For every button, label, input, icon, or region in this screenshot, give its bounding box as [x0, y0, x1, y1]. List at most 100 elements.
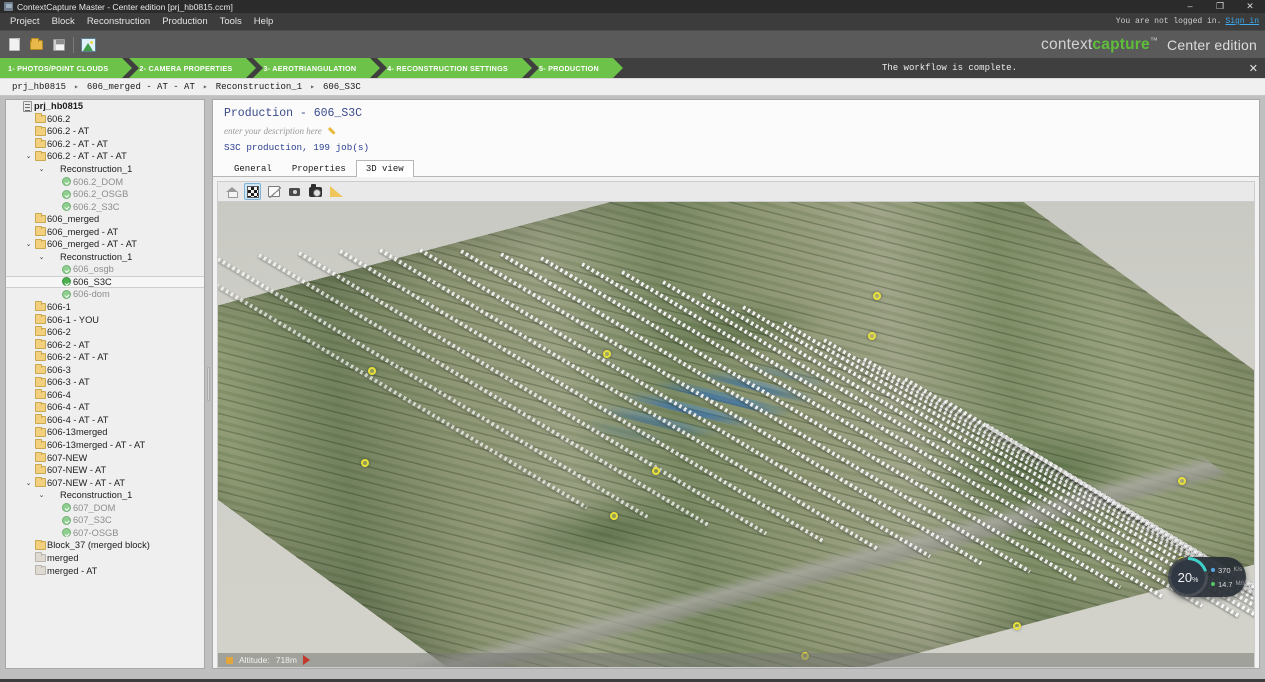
workflow-step-camera[interactable]: 2- CAMERA PROPERTIES: [129, 58, 264, 78]
tree-item[interactable]: 606-4 - AT - AT: [6, 414, 204, 427]
chevron-down-icon[interactable]: ⌄: [36, 165, 47, 173]
tab-general[interactable]: General: [224, 160, 282, 176]
tree-item[interactable]: 606_S3C: [6, 275, 204, 289]
breadcrumb-item-project[interactable]: prj_hb0815: [12, 82, 66, 92]
tree-item[interactable]: 606-2: [6, 326, 204, 339]
chevron-down-icon[interactable]: ⌄: [36, 253, 47, 261]
tree-item[interactable]: 606-3: [6, 363, 204, 376]
tree-item[interactable]: 607_DOM: [6, 502, 204, 515]
workflow-step-recon[interactable]: 4- RECONSTRUCTION SETTINGS: [377, 58, 539, 78]
toggle-cameras-button[interactable]: [286, 183, 303, 200]
add-photos-button[interactable]: [79, 35, 98, 54]
description-row[interactable]: enter your description here: [224, 126, 1259, 136]
minimize-button[interactable]: –: [1175, 0, 1205, 13]
menu-item-production[interactable]: Production: [156, 14, 213, 29]
tree-item[interactable]: 607-NEW - AT: [6, 464, 204, 477]
tree-item[interactable]: 606-2 - AT - AT: [6, 351, 204, 364]
tree-item-icon: [34, 426, 47, 437]
workflow-step-aerotri[interactable]: 3- AEROTRIANGULATION: [253, 58, 388, 78]
close-button[interactable]: ✕: [1235, 0, 1265, 13]
chevron-down-icon[interactable]: ⌄: [23, 152, 34, 160]
selected-camera-marker[interactable]: [868, 332, 876, 340]
tree-item[interactable]: ⌄ 606.2 - AT - AT - AT: [6, 150, 204, 163]
menu-item-project[interactable]: Project: [4, 14, 46, 29]
new-project-button[interactable]: [5, 35, 24, 54]
tree-item[interactable]: 606-1 - YOU: [6, 313, 204, 326]
selected-camera-marker[interactable]: [873, 292, 881, 300]
panel-splitter[interactable]: [205, 99, 212, 669]
chevron-down-icon[interactable]: ⌄: [36, 491, 47, 499]
selected-camera-marker[interactable]: [603, 350, 611, 358]
snapshot-button[interactable]: [307, 183, 324, 200]
menu-item-tools[interactable]: Tools: [214, 14, 248, 29]
checkerboard-button[interactable]: [244, 183, 261, 200]
tree-item[interactable]: ⌄ 606_merged - AT - AT: [6, 238, 204, 251]
selected-camera-marker[interactable]: [368, 367, 376, 375]
tree-item[interactable]: ⌄ Reconstruction_1: [6, 251, 204, 264]
tab-3d-view[interactable]: 3D view: [355, 160, 414, 177]
measure-button[interactable]: [328, 183, 345, 200]
tree-item[interactable]: 606_osgb: [6, 263, 204, 276]
tree-item[interactable]: Block_37 (merged block): [6, 539, 204, 552]
menu-item-block[interactable]: Block: [46, 14, 81, 29]
breadcrumb-separator: ▸: [74, 83, 79, 92]
tree-item[interactable]: 606-4 - AT: [6, 401, 204, 414]
home-view-button[interactable]: [223, 183, 240, 200]
save-project-button[interactable]: [49, 35, 68, 54]
3d-viewport[interactable]: 20% 370 K/s 14.7 M/s Altitude: 718m: [217, 201, 1255, 668]
clipping-plane-button[interactable]: [265, 183, 282, 200]
tree-item[interactable]: 606-13merged: [6, 426, 204, 439]
selected-camera-marker[interactable]: [652, 467, 660, 475]
tree-item-label: 606-2: [47, 327, 71, 338]
tree-item[interactable]: merged - AT: [6, 564, 204, 577]
tree-item[interactable]: 606-3 - AT: [6, 376, 204, 389]
project-tree-panel[interactable]: prj_hb0815 606.2 606.2 - AT 606.2 - AT - AT…: [5, 99, 205, 669]
tree-item[interactable]: 606_merged: [6, 213, 204, 226]
breadcrumb-item-recon[interactable]: Reconstruction_1: [216, 82, 302, 92]
tree-item[interactable]: 607-OSGB: [6, 527, 204, 540]
edit-pencil-icon[interactable]: [329, 126, 339, 136]
selected-camera-marker[interactable]: [610, 512, 618, 520]
tree-item[interactable]: 606.2_DOM: [6, 175, 204, 188]
chevron-down-icon[interactable]: ⌄: [23, 479, 34, 487]
workflow-step-photos[interactable]: 1- PHOTOS/POINT CLOUDS: [0, 58, 140, 78]
menu-item-help[interactable]: Help: [248, 14, 280, 29]
open-project-button[interactable]: [27, 35, 46, 54]
tree-item[interactable]: 606-1: [6, 301, 204, 314]
workflow-close-icon[interactable]: ✕: [1249, 58, 1258, 78]
tree-item[interactable]: 606_merged - AT: [6, 225, 204, 238]
maximize-button[interactable]: ❐: [1205, 0, 1235, 13]
tree-item[interactable]: 607_S3C: [6, 514, 204, 527]
chevron-down-icon[interactable]: ⌄: [23, 240, 34, 248]
tree-item-icon: [34, 351, 47, 362]
tree-item[interactable]: ⌄ Reconstruction_1: [6, 163, 204, 176]
sign-in-link[interactable]: Sign in: [1225, 17, 1259, 26]
workflow-step-production[interactable]: 5- PRODUCTION: [528, 58, 630, 78]
tree-item-icon: [34, 301, 47, 312]
menu-item-reconstruction[interactable]: Reconstruction: [81, 14, 156, 29]
breadcrumb-item-current[interactable]: 606_S3C: [323, 82, 361, 92]
tab-properties[interactable]: Properties: [282, 160, 356, 176]
tree-item[interactable]: 606.2_OSGB: [6, 188, 204, 201]
tree-root-item[interactable]: prj_hb0815: [6, 100, 204, 113]
status-nav-widget[interactable]: 20% 370 K/s 14.7 M/s: [1168, 557, 1246, 597]
splitter-grip[interactable]: [207, 367, 210, 401]
selected-camera-marker[interactable]: [1013, 622, 1021, 630]
tree-item-icon: [34, 477, 47, 487]
tree-item[interactable]: 606-dom: [6, 288, 204, 301]
tree-item[interactable]: merged: [6, 552, 204, 565]
tree-item[interactable]: 606-13merged - AT - AT: [6, 439, 204, 452]
selected-camera-marker[interactable]: [361, 459, 369, 467]
tree-item[interactable]: 606.2_S3C: [6, 200, 204, 213]
tree-item[interactable]: ⌄ 607-NEW - AT - AT: [6, 476, 204, 489]
tree-item[interactable]: 606.2 - AT - AT: [6, 138, 204, 151]
tree-item[interactable]: 606.2 - AT: [6, 125, 204, 138]
selected-camera-marker[interactable]: [1178, 477, 1186, 485]
tree-item[interactable]: 607-NEW: [6, 451, 204, 464]
tree-item[interactable]: ⌄ Reconstruction_1: [6, 489, 204, 502]
tree-item[interactable]: 606.2: [6, 113, 204, 126]
breadcrumb-item-block[interactable]: 606_merged - AT - AT: [87, 82, 195, 92]
tree-item[interactable]: 606-2 - AT: [6, 338, 204, 351]
tree-item[interactable]: 606-4: [6, 389, 204, 402]
3d-scene: [218, 202, 1254, 667]
